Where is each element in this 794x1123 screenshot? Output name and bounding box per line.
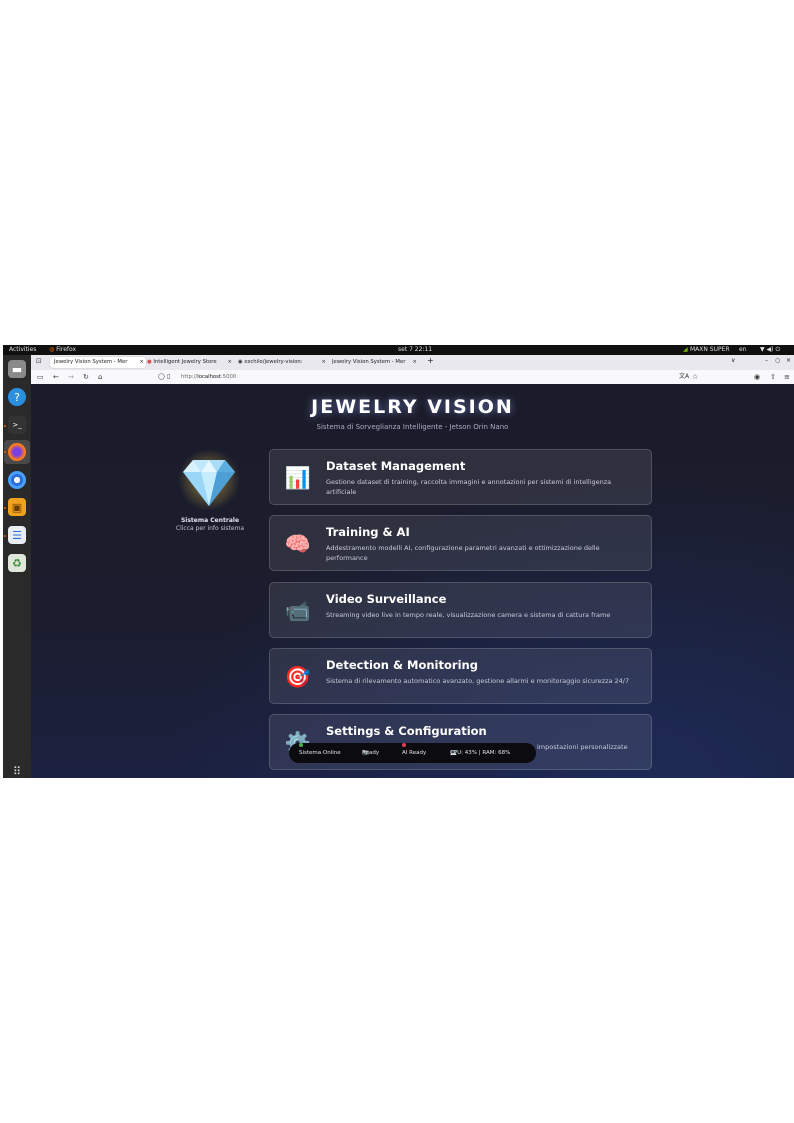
brain-icon: 🧠 <box>284 532 312 556</box>
running-indicator <box>4 535 6 537</box>
archive-icon[interactable]: ▣ <box>8 498 26 516</box>
activities-button[interactable]: Activities <box>9 345 36 355</box>
language-indicator[interactable]: en <box>739 345 747 355</box>
diamond-icon[interactable] <box>177 450 241 514</box>
terminal-icon[interactable]: >_ <box>8 416 26 434</box>
card-training-ai[interactable]: 🧠 Training & AI Addestramento modelli AI… <box>269 515 652 571</box>
url-host: localhost <box>197 374 222 380</box>
back-icon[interactable]: ← <box>53 371 59 383</box>
forward-icon[interactable]: → <box>68 371 74 383</box>
tab-jewelry-vision[interactable]: Jewelry Vision System - Mer × <box>50 357 146 368</box>
card-title: Settings & Configuration <box>326 724 487 738</box>
maximize-icon[interactable]: ○ <box>775 357 780 364</box>
tab-label: eschilo/jewelry-vision: <box>244 359 303 365</box>
clock[interactable]: set 7 22:11 <box>398 345 432 355</box>
translate-icon[interactable]: 文A <box>679 371 689 383</box>
card-title: Video Surveillance <box>326 592 447 606</box>
bookmark-star-icon[interactable]: ☆ <box>692 371 698 383</box>
extensions-icon[interactable]: ⇧ <box>770 371 776 383</box>
status-resources-label: CPU: 43% | RAM: 68% <box>450 750 511 756</box>
dock: ▬ ? >_ ▣ ☰ ♻ ⠿ <box>3 355 31 778</box>
status-bar: Sistema Online 📷 Ready AI Ready 💻 CPU: 4… <box>289 743 536 763</box>
desktop-screen: Activities ◍ Firefox set 7 22:11 ◢ MAXN … <box>3 345 794 778</box>
card-description: Sistema di rilevamento automatico avanza… <box>326 677 630 685</box>
files-icon[interactable]: ▬ <box>8 360 26 378</box>
gnome-top-bar: Activities ◍ Firefox set 7 22:11 ◢ MAXN … <box>3 345 794 355</box>
status-online-label: Sistema Online <box>299 750 341 756</box>
app-menu[interactable]: ◍ Firefox <box>49 345 76 355</box>
running-indicator <box>4 451 6 453</box>
reload-icon[interactable]: ↻ <box>83 371 89 383</box>
tab-overflow-icon[interactable]: ∨ <box>731 357 735 364</box>
card-description: Addestramento modelli AI, configurazione… <box>326 544 600 562</box>
status-camera-label: Ready <box>362 750 380 756</box>
card-dataset-management[interactable]: 📊 Dataset Management Gestione dataset di… <box>269 449 652 505</box>
minimize-icon[interactable]: – <box>765 357 768 364</box>
app-name: Firefox <box>56 346 77 353</box>
menu-icon[interactable]: ≡ <box>784 371 790 383</box>
sidebar-icon[interactable]: ▭ <box>37 371 44 383</box>
new-tab-button[interactable]: + <box>427 356 434 365</box>
status-ai-label: AI Ready <box>402 750 427 756</box>
card-description: impostazioni personalizzate <box>537 743 628 751</box>
central-system-hint: Clicca per info sistema <box>175 525 245 532</box>
video-camera-icon: 📹 <box>284 599 312 623</box>
card-video-surveillance[interactable]: 📹 Video Surveillance Streaming video liv… <box>269 582 652 638</box>
running-indicator <box>4 507 6 509</box>
firefox-icon[interactable] <box>8 443 26 461</box>
card-description: Streaming video live in tempo reale, vis… <box>326 611 611 619</box>
card-detection-monitoring[interactable]: 🎯 Detection & Monitoring Sistema di rile… <box>269 648 652 704</box>
favicon-icon: ● <box>147 359 152 365</box>
close-window-icon[interactable]: × <box>786 357 791 364</box>
web-page: JEWELRY VISION Sistema di Sorveglianza I… <box>31 384 794 778</box>
account-icon[interactable]: ◉ <box>754 371 760 383</box>
power-mode-label[interactable]: MAXN SUPER <box>690 345 730 355</box>
page-subtitle: Sistema di Sorveglianza Intelligente - J… <box>316 423 509 431</box>
firefox-window: ⊡ Jewelry Vision System - Mer × ● Intell… <box>31 355 794 778</box>
target-icon: 🎯 <box>284 665 312 689</box>
running-indicator <box>4 425 6 427</box>
wifi-icon: ▼ <box>760 346 765 353</box>
page-info-icon[interactable]: ▯ <box>167 371 170 383</box>
close-icon[interactable]: × <box>413 357 417 368</box>
central-system-label: Sistema Centrale <box>180 517 240 524</box>
page-title: JEWELRY VISION <box>311 396 514 418</box>
firefox-icon: ◍ <box>49 346 55 353</box>
shield-icon[interactable]: ◯ <box>158 371 165 383</box>
home-icon[interactable]: ⌂ <box>98 371 102 383</box>
close-icon[interactable]: × <box>140 357 144 368</box>
text-editor-icon[interactable]: ☰ <box>8 526 26 544</box>
url-bar[interactable]: http://localhost:5000 <box>181 371 236 383</box>
github-icon: ◉ <box>238 359 243 365</box>
tab-bar: ⊡ Jewelry Vision System - Mer × ● Intell… <box>31 355 794 370</box>
tab-label: Jewelry Vision System - Mer <box>54 359 128 365</box>
close-icon[interactable]: × <box>228 357 232 368</box>
tab-github[interactable]: ◉ eschilo/jewelry-vision: × <box>238 357 327 368</box>
tab-jewelry-vision-2[interactable]: Jewelry Vision System - Mer × <box>332 357 418 368</box>
system-menu[interactable]: ▼ ◀) ⏻ <box>760 345 780 355</box>
card-title: Dataset Management <box>326 459 466 473</box>
close-icon[interactable]: × <box>322 357 326 368</box>
show-apps-icon[interactable]: ⠿ <box>10 764 24 778</box>
bar-chart-icon: 📊 <box>284 466 312 490</box>
card-description: Gestione dataset di training, raccolta i… <box>326 478 612 496</box>
help-icon[interactable]: ? <box>8 388 26 406</box>
volume-icon: ◀) <box>766 346 774 353</box>
tab-label: Jewelry Vision System - Mer <box>332 359 406 365</box>
power-icon: ⏻ <box>775 346 781 353</box>
chromium-icon[interactable] <box>8 471 26 489</box>
card-title: Detection & Monitoring <box>326 658 478 672</box>
card-title: Training & AI <box>326 525 410 539</box>
tab-intelligent-store[interactable]: ● Intelligent Jewelry Store × <box>147 357 233 368</box>
url-prefix: http:// <box>181 374 198 380</box>
recycle-icon[interactable]: ♻ <box>8 554 26 572</box>
tab-list-icon[interactable]: ⊡ <box>36 357 42 365</box>
nvidia-icon: ◢ <box>683 346 688 353</box>
navigation-bar: ▭ ← → ↻ ⌂ ◯ ▯ http://localhost:5000 文A ☆… <box>31 370 794 384</box>
tab-label: Intelligent Jewelry Store <box>153 359 217 365</box>
url-suffix: :5000 <box>221 374 237 380</box>
